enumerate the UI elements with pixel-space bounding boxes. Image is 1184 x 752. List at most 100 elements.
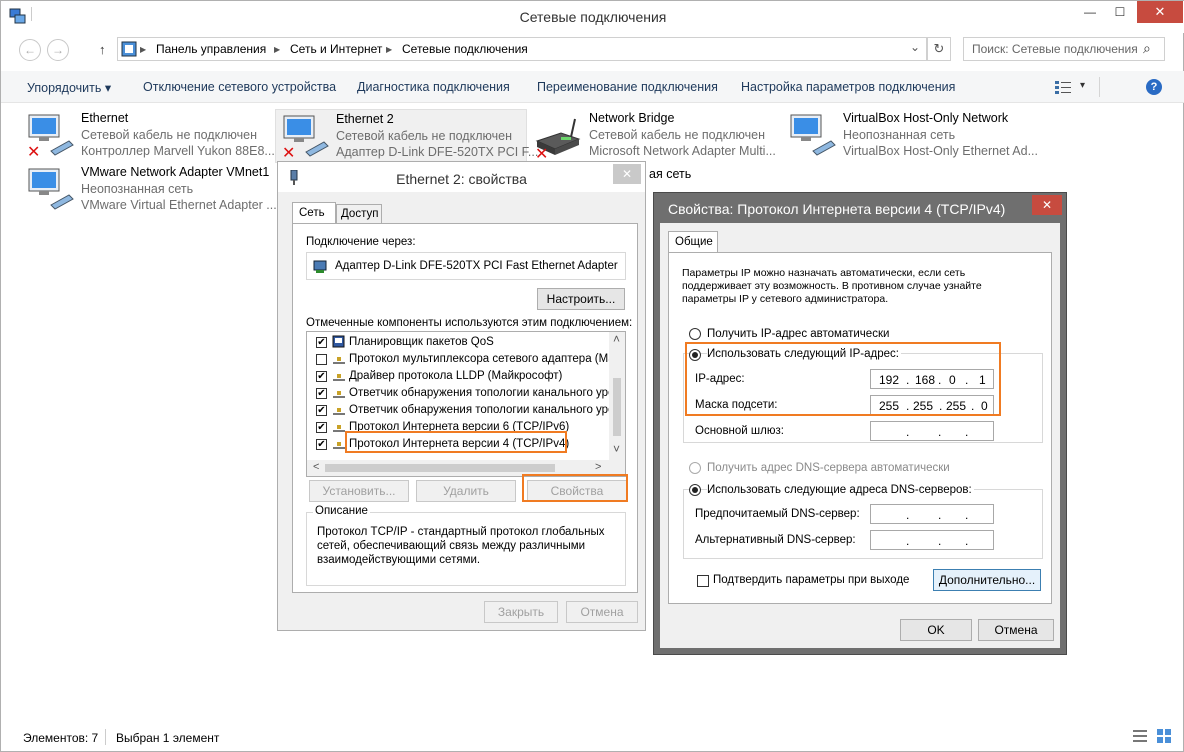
hidden-item-fragment: ая сеть bbox=[649, 167, 692, 181]
breadcrumb-network-internet[interactable]: Сеть и Интернет bbox=[290, 42, 382, 56]
list-item[interactable]: ✔ Ответчик обнаружения топологии канальн… bbox=[307, 385, 621, 402]
tab-network[interactable]: Сеть bbox=[292, 202, 336, 224]
scroll-thumb[interactable] bbox=[613, 378, 621, 436]
help-icon[interactable]: ? bbox=[1146, 79, 1162, 95]
connection-ethernet[interactable]: ✕ Ethernet Сетевой кабель не подключен К… bbox=[21, 109, 275, 163]
breadcrumb-network-connections[interactable]: Сетевые подключения bbox=[402, 42, 528, 56]
gateway-input[interactable]: . . . bbox=[870, 421, 994, 441]
scroll-up-icon[interactable]: ˄ bbox=[613, 332, 620, 346]
breadcrumb-control-panel[interactable]: Панель управления bbox=[156, 42, 266, 56]
connection-status: Сетевой кабель не подключен bbox=[81, 128, 257, 142]
connection-ethernet-2[interactable]: ✕ Ethernet 2 Сетевой кабель не подключен… bbox=[275, 109, 538, 163]
address-dropdown-icon[interactable]: ⌄ bbox=[910, 40, 920, 54]
connection-vmware[interactable]: VMware Network Adapter VMnet1 Неопознанн… bbox=[21, 163, 277, 217]
component-checkbox[interactable]: ✔ bbox=[316, 439, 327, 450]
preferred-dns-input[interactable]: . . . bbox=[870, 504, 994, 524]
vertical-scrollbar[interactable]: ˄ ˅ bbox=[609, 332, 625, 460]
scroll-down-icon[interactable]: ˅ bbox=[613, 442, 620, 456]
scroll-thumb[interactable] bbox=[325, 464, 555, 472]
dns-dot: . bbox=[938, 508, 942, 522]
svg-text:✕: ✕ bbox=[535, 146, 548, 159]
network-card-icon bbox=[313, 260, 327, 273]
general-panel: Параметры IP можно назначать автоматичес… bbox=[668, 252, 1052, 604]
window-title: Сетевые подключения bbox=[519, 9, 667, 25]
remove-button[interactable]: Удалить bbox=[416, 480, 516, 502]
component-checkbox[interactable] bbox=[316, 354, 327, 365]
view-options-icon[interactable] bbox=[1055, 80, 1071, 94]
organize-menu[interactable]: Упорядочить ▾ bbox=[27, 80, 111, 95]
connection-virtualbox[interactable]: VirtualBox Host-Only Network Неопознанна… bbox=[783, 109, 1043, 163]
list-item[interactable]: Протокол мультиплексора сетевого адаптер… bbox=[307, 351, 621, 368]
connect-via-label: Подключение через: bbox=[306, 236, 416, 248]
connection-status: Неопознанная сеть bbox=[843, 128, 956, 142]
command-separator bbox=[1099, 77, 1100, 97]
dialog-close-button[interactable]: ✕ bbox=[613, 164, 641, 184]
components-list[interactable]: ✔ Планировщик пакетов QoS Протокол мульт… bbox=[306, 331, 626, 477]
breadcrumb-separator: ▶ bbox=[140, 45, 147, 54]
control-panel-icon bbox=[121, 41, 137, 57]
dns-dot: . bbox=[906, 534, 910, 548]
scroll-left-icon[interactable]: < bbox=[313, 461, 319, 473]
cancel-button[interactable]: Отмена bbox=[566, 601, 638, 623]
up-button[interactable]: ↑ bbox=[99, 42, 106, 57]
ipv4-cancel-button[interactable]: Отмена bbox=[978, 619, 1054, 641]
list-item[interactable]: ✔ Драйвер протокола LLDP (Майкрософт) bbox=[307, 368, 607, 385]
connection-adapter: VirtualBox Host-Only Ethernet Ad... bbox=[843, 144, 1039, 158]
configure-button[interactable]: Настроить... bbox=[537, 288, 625, 310]
minimize-button[interactable]: — bbox=[1075, 1, 1105, 23]
svg-text:✕: ✕ bbox=[27, 144, 40, 159]
forward-button[interactable]: → bbox=[47, 39, 69, 61]
search-icon[interactable]: ⌕ bbox=[1143, 40, 1151, 57]
component-checkbox[interactable]: ✔ bbox=[316, 337, 327, 348]
diagnose-button[interactable]: Диагностика подключения bbox=[357, 80, 510, 94]
network-adapter-icon: ✕ bbox=[282, 115, 329, 160]
auto-ip-label: Получить IP-адрес автоматически bbox=[707, 328, 890, 340]
large-icons-view-icon[interactable] bbox=[1157, 729, 1171, 743]
protocol-icon bbox=[333, 391, 345, 398]
auto-dns-radio[interactable] bbox=[689, 462, 701, 474]
selected-count: Выбран 1 элемент bbox=[116, 731, 220, 745]
connection-adapter: VMware Virtual Ethernet Adapter ... bbox=[81, 198, 277, 212]
list-item[interactable]: ✔ Ответчик обнаружения топологии канальн… bbox=[307, 402, 621, 419]
list-item[interactable]: ✔ Планировщик пакетов QoS bbox=[307, 334, 607, 351]
maximize-button[interactable]: ☐ bbox=[1105, 1, 1135, 23]
breadcrumb-separator: ▶ bbox=[386, 45, 393, 54]
close-dialog-button[interactable]: Закрыть bbox=[484, 601, 558, 623]
status-bar: Элементов: 7 Выбран 1 элемент bbox=[1, 723, 1184, 751]
protocol-icon bbox=[333, 357, 345, 364]
component-checkbox[interactable]: ✔ bbox=[316, 405, 327, 416]
tab-general[interactable]: Общие bbox=[668, 231, 718, 253]
alternate-dns-input[interactable]: . . . bbox=[870, 530, 994, 550]
refresh-button[interactable]: ↻ bbox=[927, 37, 951, 61]
ipv4-close-button[interactable]: ✕ bbox=[1032, 195, 1062, 215]
protocol-icon bbox=[333, 408, 345, 415]
manual-dns-radio[interactable] bbox=[689, 484, 701, 496]
validate-checkbox[interactable] bbox=[697, 575, 709, 587]
close-button[interactable]: ✕ bbox=[1137, 1, 1183, 23]
component-checkbox[interactable]: ✔ bbox=[316, 388, 327, 399]
disable-device-button[interactable]: Отключение сетевого устройства bbox=[143, 80, 336, 94]
component-checkbox[interactable]: ✔ bbox=[316, 371, 327, 382]
tab-sharing[interactable]: Доступ bbox=[336, 204, 382, 223]
install-button[interactable]: Установить... bbox=[309, 480, 409, 502]
rename-button[interactable]: Переименование подключения bbox=[537, 80, 718, 94]
advanced-button[interactable]: Дополнительно... bbox=[933, 569, 1041, 591]
component-label: Ответчик обнаружения топологии канальног… bbox=[349, 387, 621, 399]
validate-label: Подтвердить параметры при выходе bbox=[713, 574, 910, 586]
connection-settings-button[interactable]: Настройка параметров подключения bbox=[741, 80, 955, 94]
search-input[interactable]: Поиск: Сетевые подключения bbox=[963, 37, 1165, 61]
details-view-icon[interactable] bbox=[1133, 729, 1147, 743]
address-bar[interactable]: ▶ Панель управления ▶ Сеть и Интернет ▶ … bbox=[117, 37, 927, 61]
ok-button[interactable]: OK bbox=[900, 619, 972, 641]
gateway-dot: . bbox=[906, 425, 910, 439]
component-label: Протокол мультиплексора сетевого адаптер… bbox=[349, 353, 622, 365]
navigation-bar: ← → ↑ ▶ Панель управления ▶ Сеть и Интер… bbox=[1, 33, 1184, 67]
scroll-right-icon[interactable]: > bbox=[595, 461, 601, 473]
component-checkbox[interactable]: ✔ bbox=[316, 422, 327, 433]
component-label: Ответчик обнаружения топологии канальног… bbox=[349, 404, 621, 416]
view-dropdown-icon[interactable]: ▾ bbox=[1080, 80, 1085, 91]
network-adapter-icon bbox=[790, 114, 836, 156]
connection-network-bridge[interactable]: ✕ Network Bridge Сетевой кабель не подкл… bbox=[529, 109, 779, 163]
auto-ip-radio[interactable] bbox=[689, 328, 701, 340]
back-button[interactable]: ← bbox=[19, 39, 41, 61]
